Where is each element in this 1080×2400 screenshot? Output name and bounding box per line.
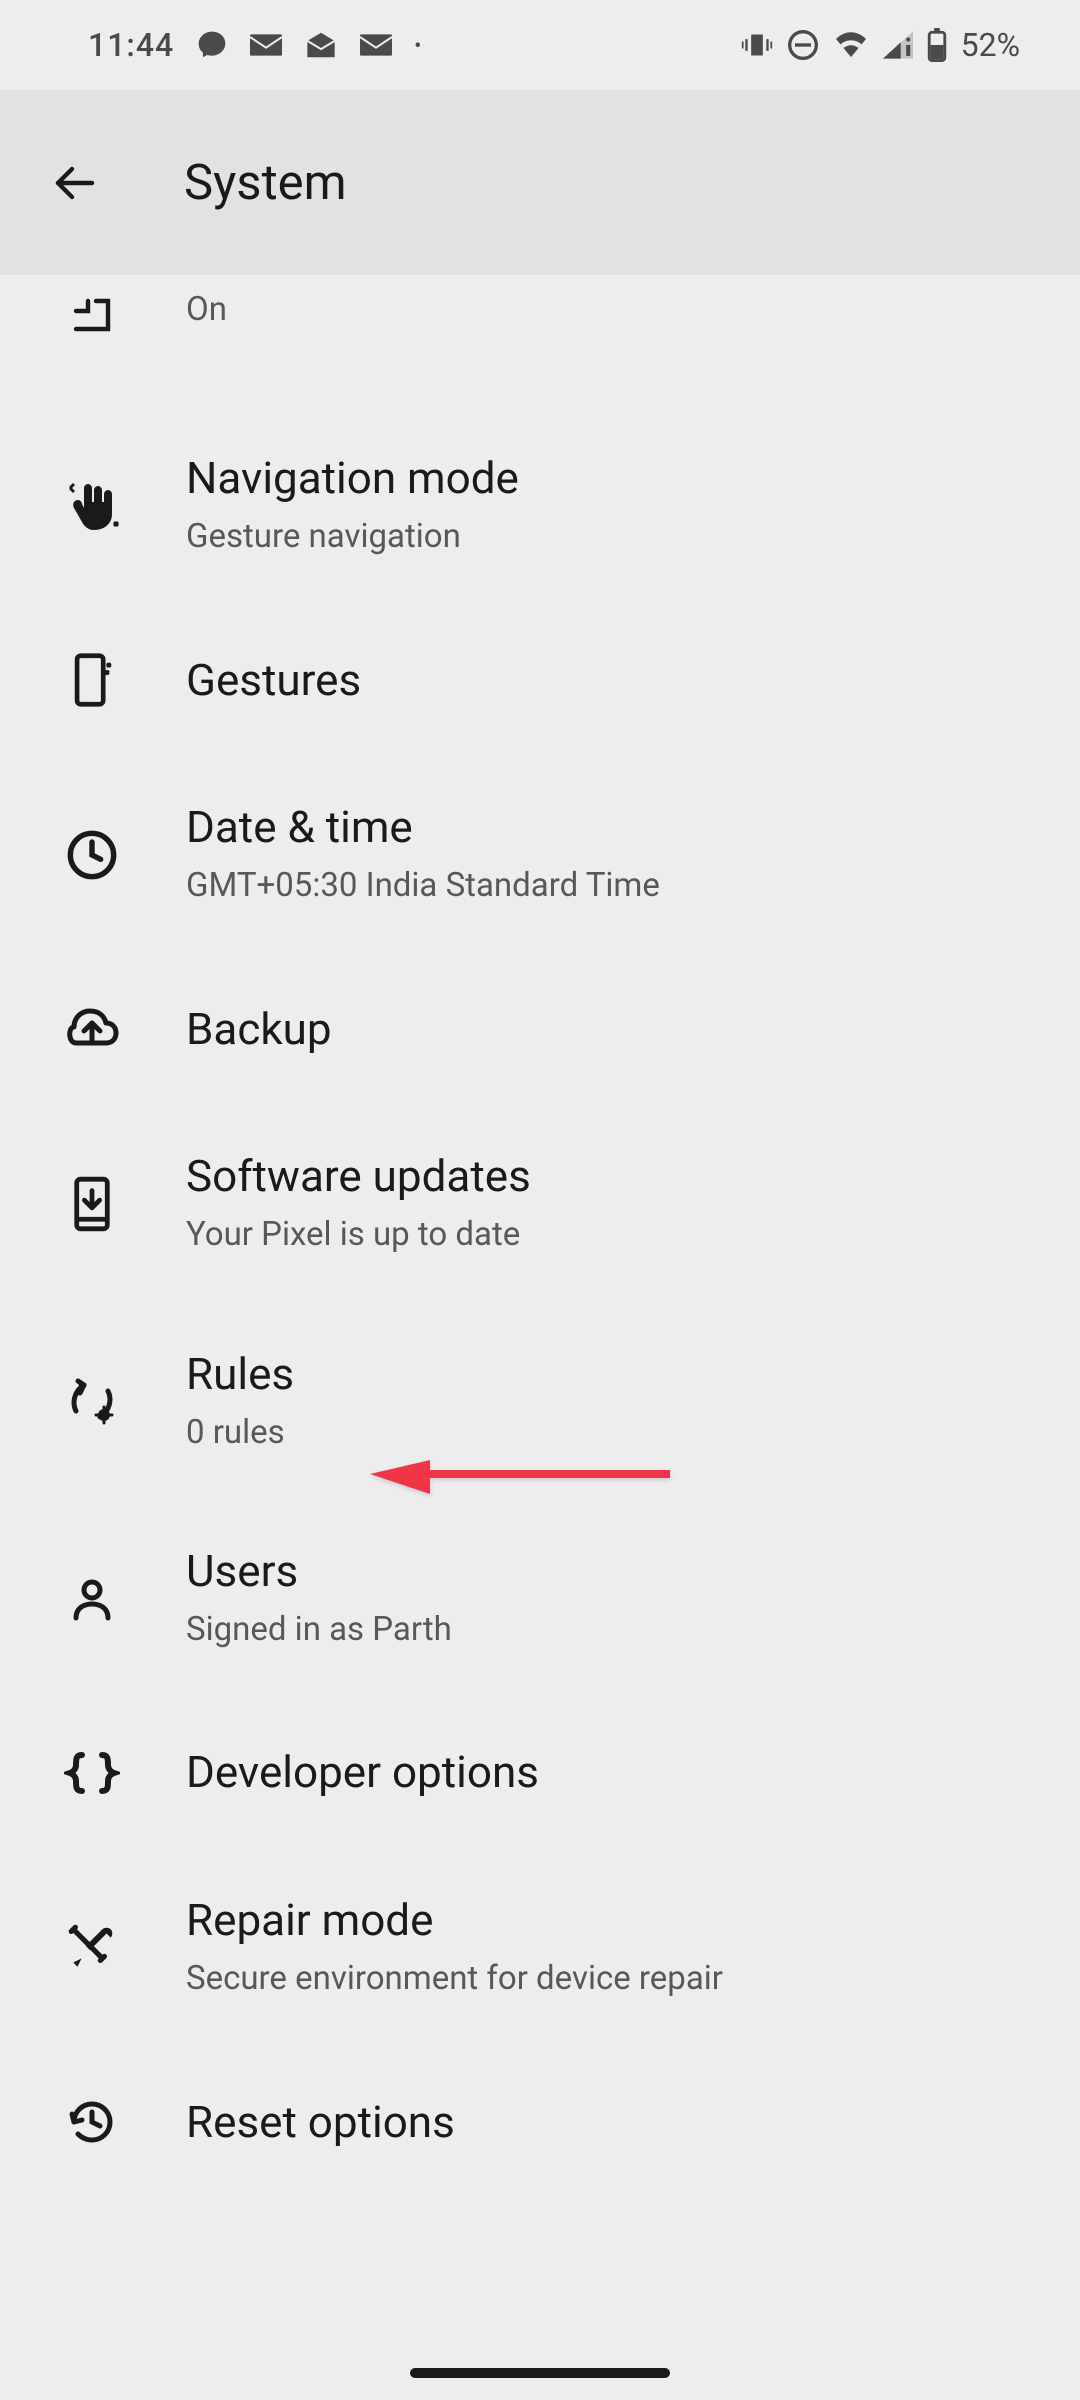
chat-icon (196, 29, 228, 61)
wifi-icon (833, 30, 869, 60)
item-content: Software updates Your Pixel is up to dat… (186, 1149, 1036, 1258)
item-content: Repair mode Secure environment for devic… (186, 1893, 1036, 2002)
item-subtitle: 0 rules (186, 1410, 1036, 1456)
item-title: Gestures (186, 653, 1036, 708)
history-icon (60, 2090, 124, 2154)
item-subtitle: Secure environment for device repair (186, 1956, 1036, 2002)
signal-icon (883, 31, 913, 59)
item-subtitle: Signed in as Parth (186, 1607, 1036, 1653)
nav-bar-indicator[interactable] (410, 2368, 670, 2378)
dot-icon: • (414, 33, 421, 57)
item-title: Software updates (186, 1149, 1036, 1204)
back-button[interactable] (44, 153, 104, 213)
item-title: Backup (186, 1002, 1036, 1057)
item-subtitle: On (186, 287, 1036, 333)
mail-icon-2 (360, 31, 392, 59)
clock-icon (60, 823, 124, 887)
item-subtitle: GMT+05:30 India Standard Time (186, 863, 1036, 909)
open-envelope-icon (304, 30, 338, 60)
list-item-backup[interactable]: Backup (0, 953, 1080, 1105)
braces-icon (60, 1741, 124, 1805)
item-content: Reset options (186, 2095, 1036, 2150)
item-content: Gestures (186, 653, 1036, 708)
email-icon (250, 31, 282, 59)
item-title: Repair mode (186, 1893, 1036, 1948)
item-content: Date & time GMT+05:30 India Standard Tim… (186, 800, 1036, 909)
item-title: Users (186, 1544, 1036, 1599)
hand-icon (60, 474, 124, 538)
item-content: Developer options (186, 1745, 1036, 1800)
list-item-software-updates[interactable]: Software updates Your Pixel is up to dat… (0, 1105, 1080, 1302)
list-item-rules[interactable]: Rules 0 rules (0, 1303, 1080, 1500)
list-item-gestures[interactable]: Gestures (0, 604, 1080, 756)
item-subtitle: Your Pixel is up to date (186, 1212, 1036, 1258)
cloud-upload-icon (60, 997, 124, 1061)
user-icon (60, 1566, 124, 1630)
list-item-reset-options[interactable]: Reset options (0, 2046, 1080, 2198)
item-title: Rules (186, 1347, 1036, 1402)
item-content: On (186, 283, 1036, 333)
item-title: Date & time (186, 800, 1036, 855)
list-item-developer-options[interactable]: Developer options (0, 1697, 1080, 1849)
item-subtitle: Gesture navigation (186, 514, 1036, 560)
list-item-date-time[interactable]: Date & time GMT+05:30 India Standard Tim… (0, 756, 1080, 953)
phone-sparkle-icon (60, 648, 124, 712)
list-item-partial[interactable]: On (0, 275, 1080, 391)
phone-download-icon (60, 1172, 124, 1236)
automation-icon (60, 1369, 124, 1433)
page-title: System (184, 154, 347, 211)
list-item-users[interactable]: Users Signed in as Parth (0, 1500, 1080, 1697)
item-content: Navigation mode Gesture navigation (186, 451, 1036, 560)
item-title: Reset options (186, 2095, 1036, 2150)
item-title: Developer options (186, 1745, 1036, 1800)
settings-list: On Navigation mode Gesture navigation Ge… (0, 275, 1080, 2198)
vibrate-icon (741, 31, 773, 59)
item-content: Backup (186, 1002, 1036, 1057)
app-bar: System (0, 90, 1080, 275)
battery-icon (927, 28, 947, 62)
status-time: 11:44 (88, 26, 174, 64)
list-item-repair-mode[interactable]: Repair mode Secure environment for devic… (0, 1849, 1080, 2046)
battery-percent: 52% (961, 26, 1020, 64)
status-left: 11:44 • (88, 26, 421, 64)
item-title: Navigation mode (186, 451, 1036, 506)
cast-icon (60, 283, 124, 347)
status-bar: 11:44 • 52% (0, 0, 1080, 90)
item-content: Users Signed in as Parth (186, 1544, 1036, 1653)
dnd-icon (787, 29, 819, 61)
status-right: 52% (741, 26, 1020, 64)
list-item-navigation-mode[interactable]: Navigation mode Gesture navigation (0, 391, 1080, 604)
tools-icon (60, 1916, 124, 1980)
item-content: Rules 0 rules (186, 1347, 1036, 1456)
